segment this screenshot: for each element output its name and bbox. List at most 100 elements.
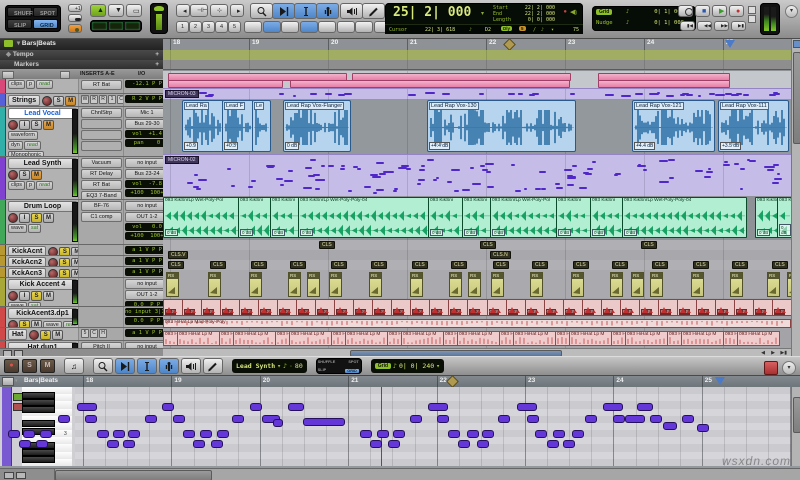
midi-note[interactable] [360,430,372,438]
midi-note[interactable] [458,440,470,448]
midi-note[interactable] [364,186,372,189]
track-m-button[interactable]: M [43,291,54,301]
midi-note[interactable] [625,415,645,423]
grabber-tool-button[interactable] [316,3,339,19]
midi-clip-chip[interactable]: CLS [210,261,226,269]
midi-note[interactable] [663,422,677,430]
audio-zoom-display[interactable] [92,22,107,30]
midi-note[interactable] [328,165,335,168]
audio-clip[interactable]: RS [571,272,584,297]
midi-clip-chip[interactable]: CLS [251,261,267,269]
midi-clip-chip[interactable]: CLS.N [490,251,511,259]
midi-note[interactable] [642,169,647,172]
mirror-midi-button[interactable] [68,24,82,33]
midi-marker-diamond-icon[interactable] [446,375,459,388]
audio-clip[interactable]: CLS [581,299,602,316]
track-i-button[interactable]: I [19,213,30,223]
insert-slot[interactable]: C [90,329,98,338]
midi-note[interactable] [273,419,283,427]
io-slot[interactable]: vol +1.4 [125,130,163,138]
midi-note[interactable] [527,415,539,423]
insert-slot[interactable]: R [99,95,107,104]
midi-note[interactable] [547,440,559,448]
ruler-dropdown-icon[interactable]: ▾ [17,40,20,47]
midi-note[interactable] [709,93,715,96]
view-chip-clips[interactable]: clips [8,80,26,89]
midi-note[interactable] [107,440,119,448]
transport-checkbox-2[interactable] [748,15,756,23]
audio-clip[interactable]: CLS [429,299,450,316]
automation-follows-button[interactable] [355,21,373,33]
midi-note[interactable] [288,403,304,411]
midi-note[interactable] [571,165,577,168]
midi-note[interactable] [725,93,733,96]
track-m-button[interactable]: M [70,258,78,266]
record-arm-button[interactable] [42,96,53,106]
audio-clip[interactable]: 093 HiHat Lp M [737,331,780,346]
midi-note[interactable] [347,190,352,193]
midi-note[interactable] [776,173,781,176]
midi-pencil-tool-button[interactable] [203,358,223,374]
insert-slot[interactable]: R [90,95,98,104]
talkback-button[interactable] [678,5,693,17]
audio-clip[interactable]: 093 Hi [667,331,682,346]
drum-clip[interactable]: 093 KikSnrLp Wet-Poly-Poly-04 0 dB [622,197,747,238]
audio-clip[interactable]: RS [369,272,382,297]
midi-note[interactable] [8,430,20,438]
midi-note[interactable] [410,415,422,423]
midi-note[interactable] [425,92,435,95]
midi-note[interactable] [605,93,611,96]
audio-clip[interactable]: CLS [239,299,260,316]
midi-note[interactable] [302,186,312,189]
insert-slot[interactable]: W [81,95,89,104]
audio-clip[interactable]: CLS [638,299,659,316]
midi-note[interactable] [186,182,193,185]
scrub-rewind-button[interactable]: ◂ [176,4,190,17]
midi-note[interactable] [77,403,97,411]
midi-note[interactable] [723,164,730,167]
record-arm-button[interactable] [8,120,18,130]
io-slot[interactable]: +100 100+ [125,232,163,240]
audio-clip[interactable]: RS [208,272,221,297]
midi-note[interactable] [498,415,510,423]
midi-note[interactable] [292,94,297,97]
midi-note[interactable] [85,415,97,423]
insert-slot[interactable]: BF-76 [81,201,122,211]
midi-note[interactable] [40,430,52,438]
audio-clip[interactable]: Lead Rap Vox-Flanger 0 dB [283,100,351,152]
track-name[interactable]: Lead Vocal [8,108,77,119]
midi-clip-chip[interactable]: CLS [451,261,467,269]
io-slot[interactable]: Bus 23-24 [125,169,163,179]
drum-clip[interactable]: 093 KikSnr 0 dB [755,197,779,238]
transport-checkbox-1[interactable] [748,6,756,14]
io-slot[interactable]: -12.1 P P [125,80,163,88]
midi-mode-spot[interactable]: SPOT [348,360,358,364]
edit-vertical-scrollbar[interactable] [791,38,800,356]
track-s-button[interactable]: S [59,247,71,255]
midi-marker-arrow-icon[interactable] [715,377,725,385]
record-arm-button[interactable] [47,269,58,277]
midi-note[interactable] [659,159,669,162]
piano-black-key[interactable] [22,391,55,399]
audio-clip[interactable]: RS [307,272,320,297]
track-name[interactable]: Strings [8,95,41,106]
record-arm-button[interactable] [8,320,18,327]
link-track-edit-button[interactable] [281,21,299,33]
midi-note[interactable] [637,403,653,411]
zoom-toggle-button[interactable]: ▭ [126,4,142,17]
audio-clip[interactable]: 093 Hi [611,331,626,346]
zoom-preset-3[interactable]: 3 [202,21,215,33]
record-button[interactable]: ● [729,5,744,17]
io-slot[interactable]: R 2 V P P [125,95,163,103]
track-s-button[interactable]: S [31,213,42,223]
zoom-h-icon[interactable] [4,472,14,479]
audio-clip[interactable]: RS [468,272,481,297]
midi-note[interactable] [211,440,223,448]
audio-clip[interactable]: CLS [676,299,697,316]
midi-note[interactable] [435,177,440,179]
mode-grid-button[interactable]: GRID [33,19,58,29]
track-i-button[interactable]: I [19,120,30,130]
bottom-scroll-thumb[interactable] [55,470,212,480]
midi-note[interactable] [198,179,208,182]
midi-note[interactable] [697,94,702,97]
